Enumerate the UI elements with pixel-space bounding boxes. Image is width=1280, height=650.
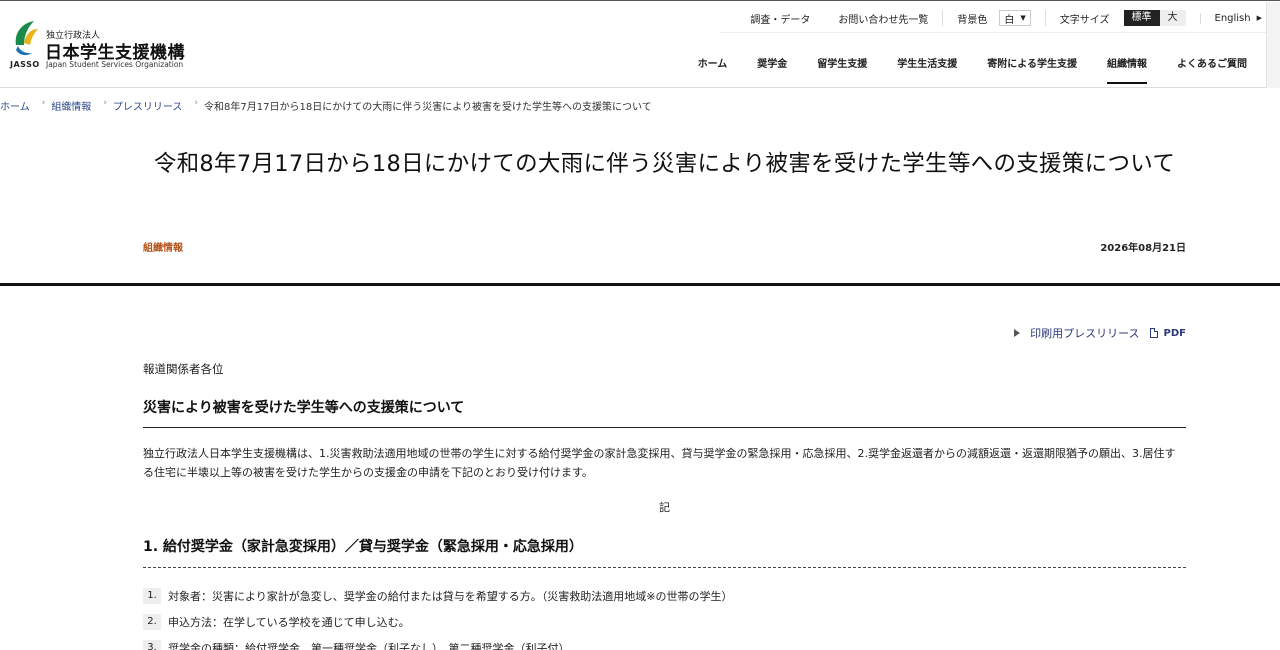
breadcrumb-current: 令和8年7月17日から18日にかけての大雨に伴う災害により被害を受けた学生等への… [204,102,652,113]
site-logo[interactable]: JASSO 独立行政法人 日本学生支援機構 Japan Student Serv… [10,19,210,71]
nav-home[interactable]: ホーム [683,41,743,83]
utility-divider [720,32,1280,33]
chevron-right-icon: › [41,98,46,108]
font-size-label: 文字サイズ [1059,14,1110,26]
category-label[interactable]: 組織情報 [143,239,183,254]
list-number: 2. [143,614,161,630]
english-link[interactable]: English ▶ [1199,12,1262,24]
background-color-control: 背景色 白 ▼ [942,10,1044,26]
list-number: 3. [143,640,161,650]
background-color-select[interactable]: 白 ▼ [999,10,1031,26]
pdf-file-icon [1149,327,1159,338]
english-link-label: English [1214,12,1251,24]
breadcrumb: ホーム › 組織情報 › プレスリリース › 令和8年7月17日から18日にかけ… [0,98,652,113]
publish-date: 2026年08月21日 [1100,243,1186,254]
breadcrumb-organization[interactable]: 組織情報 [51,98,91,113]
jasso-logo-icon [15,21,38,56]
subsection-heading-1: 1. 給付奨学金（家計急変採用）／貸与奨学金（緊急採用・応急採用） [143,536,1186,568]
list-item-text: 対象者：災害により家計が急変し、奨学金の給付または貸与を希望する方。（災害救助法… [168,590,733,603]
arrow-right-icon: ▶ [1256,14,1262,22]
nav-faq[interactable]: よくあるご質問 [1162,41,1262,83]
logo-jasso-text: JASSO [10,60,40,69]
print-press-release-label: 印刷用プレスリリース [1030,327,1140,340]
header-scrollbar[interactable] [1266,2,1280,88]
list-number: 1. [143,588,161,604]
background-color-value: 白 [1004,14,1015,26]
logo-english-name: Japan Student Services Organization [46,60,184,69]
chevron-right-icon: › [194,98,199,108]
survey-data-link[interactable]: 調査・データ [736,11,824,26]
font-size-large-button[interactable]: 大 [1160,10,1186,26]
nav-donation-support[interactable]: 寄附による学生支援 [972,41,1092,83]
breadcrumb-press-release[interactable]: プレスリリース [113,98,183,113]
font-size-standard-button[interactable]: 標準 [1123,10,1160,26]
list-item: 1. 対象者：災害により家計が急変し、奨学金の給付または貸与を希望する方。（災害… [143,583,1186,609]
chevron-right-icon: › [103,98,107,108]
list-item-text: 奨学金の種類：給付奨学金、第一種奨学金（利子なし）、第二種奨学金（利子付） [168,642,570,650]
list-item-text: 申込方法：在学している学校を通じて申し込む。 [168,616,410,629]
font-size-control: 文字サイズ 標準 大 [1044,10,1200,26]
play-icon [1014,329,1021,337]
nav-scholarship[interactable]: 奨学金 [742,41,802,83]
ki-marker: 記 [659,501,670,514]
global-nav: ホーム 奨学金 留学生支援 学生生活支援 寄附による学生支援 組織情報 よくある… [683,41,1262,87]
nav-student-life[interactable]: 学生生活支援 [882,41,972,83]
print-press-release-link[interactable]: 印刷用プレスリリース PDF [1010,325,1186,341]
section-1-list: 1. 対象者：災害により家計が急変し、奨学金の給付または貸与を希望する方。（災害… [143,583,1186,650]
page-title: 令和8年7月17日から18日にかけての大雨に伴う災害により被害を受けた学生等への… [153,151,1176,177]
font-size-buttons: 標準 大 [1123,10,1186,26]
section-heading: 災害により被害を受けた学生等への支援策について [143,397,1186,428]
background-color-label: 背景色 [957,14,988,26]
lead-paragraph: 独立行政法人日本学生支援機構は、1.災害救助法適用地域の世帯の学生に対する給付奨… [143,447,1176,479]
pdf-label: PDF [1163,327,1186,339]
site-header: JASSO 独立行政法人 日本学生支援機構 Japan Student Serv… [0,0,1280,88]
title-divider [0,283,1280,286]
contact-list-link[interactable]: お問い合わせ先一覧 [824,11,942,26]
caret-down-icon: ▼ [1020,14,1026,22]
title-section: 令和8年7月17日から18日にかけての大雨に伴う災害により被害を受けた学生等への… [143,148,1186,181]
greeting-text: 報道関係者各位 [143,362,224,376]
nav-international-students[interactable]: 留学生支援 [802,41,882,83]
list-item: 3. 奨学金の種類：給付奨学金、第一種奨学金（利子なし）、第二種奨学金（利子付） [143,635,1186,650]
utility-bar: 調査・データ お問い合わせ先一覧 背景色 白 ▼ 文字サイズ 標準 大 Engl… [736,8,1262,28]
nav-organization[interactable]: 組織情報 [1092,41,1162,84]
breadcrumb-home[interactable]: ホーム [0,98,30,113]
list-item: 2. 申込方法：在学している学校を通じて申し込む。 [143,609,1186,635]
